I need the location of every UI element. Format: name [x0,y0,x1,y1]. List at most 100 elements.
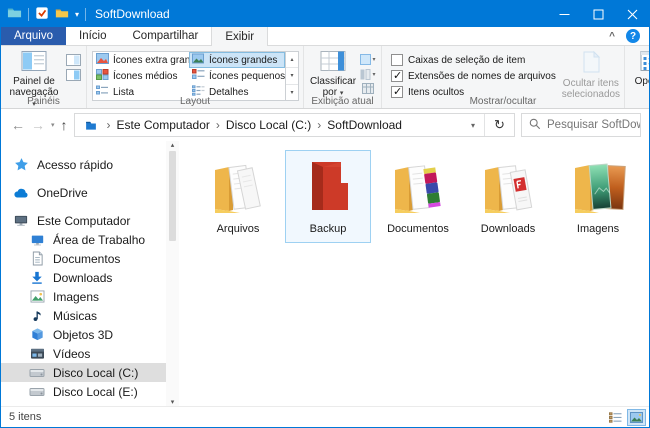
breadcrumb-chevron-icon[interactable]: › [210,118,226,132]
folder-tile-downloads[interactable]: Downloads [465,150,551,243]
options-button[interactable]: Opções▾ [630,49,650,95]
folder-tile-documentos[interactable]: Documentos [375,150,461,243]
help-icon[interactable]: ? [626,29,640,43]
ribbon-group-exibicao-atual: Classificar por ▾ ▾ ▾ Exibição atual [304,46,382,108]
breadcrumb-chevron-icon[interactable]: › [311,118,327,132]
breadcrumb: › Este Computador › Disco Local (C:) › S… [75,117,462,133]
ribbon-group-layout: Ícones extra grandes Ícones médios Lista [87,46,304,108]
sidebar-item-disco-local-c[interactable]: Disco Local (C:) [1,363,166,382]
items-count: 5 itens [9,411,41,423]
size-all-columns-button[interactable] [359,82,377,95]
details-pane-button[interactable] [64,68,82,81]
gallery-scroll-down-icon[interactable]: ▾ [286,67,298,83]
search-placeholder: Pesquisar SoftDown... [547,119,641,131]
window-controls [547,1,649,27]
sidebar-item-videos[interactable]: Vídeos [1,344,179,363]
preview-pane-button[interactable] [64,53,82,66]
disk-icon [29,365,45,381]
ribbon-tab-row: Arquivo Início Compartilhar Exibir ^ ? [1,27,649,46]
music-note-icon [29,308,45,324]
breadcrumb-softdownload[interactable]: SoftDownload [327,118,402,132]
status-bar: 5 itens [1,406,649,427]
scrollbar-down-icon[interactable]: ▾ [171,398,175,406]
large-icons-view-button[interactable] [627,409,646,426]
address-bar[interactable]: › Este Computador › Disco Local (C:) › S… [74,113,515,137]
checkbox-unchecked-icon[interactable] [391,54,403,66]
sidebar-item-downloads[interactable]: Downloads [1,268,179,287]
sidebar-item-este-computador[interactable]: Este Computador [1,211,179,230]
close-button[interactable] [615,1,649,27]
sidebar-item-documentos[interactable]: Documentos [1,249,179,268]
sidebar-item-musicas[interactable]: Músicas [1,306,179,325]
tab-arquivo[interactable]: Arquivo [1,27,66,45]
sidebar-item-onedrive[interactable]: OneDrive [1,183,179,202]
scrollbar-up-icon[interactable]: ▴ [171,141,175,149]
title-bar: ▾ SoftDownload [1,1,649,27]
layout-option-extra-large-icons[interactable]: Ícones extra grandes [93,52,189,68]
gallery-scrollbar: ▴ ▾ ▾ [285,52,298,100]
medium-icons-icon [96,69,109,83]
folder-tile-imagens[interactable]: Imagens [555,150,641,243]
document-icon [29,251,45,267]
back-icon[interactable]: ← [11,118,25,132]
folder-icon-backup [296,154,360,221]
quick-access-toolbar: ▾ [7,5,86,23]
picture-icon [29,289,45,305]
sort-by-button[interactable]: Classificar por ▾ [309,49,357,95]
scrollbar-thumb[interactable] [169,151,176,241]
sidebar-item-imagens[interactable]: Imagens [1,287,179,306]
folder-tile-arquivos[interactable]: Arquivos [195,150,281,243]
address-dropdown-chevron-icon[interactable]: ▾ [462,121,484,130]
sidebar-item-partial[interactable] [1,401,179,406]
navigation-pane-button[interactable]: Painel de navegação ▾ [6,49,62,95]
disk-icon [29,403,45,407]
tab-exibir[interactable]: Exibir [211,27,268,46]
group-label-mostrar-ocultar: Mostrar/ocultar [382,96,624,107]
qat-customize-chevron-icon[interactable]: ▾ [75,10,79,19]
search-icon [529,118,541,133]
properties-icon[interactable] [35,6,49,23]
group-label-layout: Layout [87,96,303,107]
large-icons-icon [192,53,205,67]
tab-inicio[interactable]: Início [66,27,120,45]
folder-tile-backup[interactable]: Backup [285,150,371,243]
sidebar-item-objetos-3d[interactable]: Objetos 3D [1,325,179,344]
new-folder-icon[interactable] [55,6,69,23]
layout-option-medium-icons[interactable]: Ícones médios [93,68,189,84]
checkbox-file-name-extensions[interactable]: Extensões de nomes de arquivos [391,70,556,82]
recent-locations-chevron-icon[interactable]: ▾ [51,121,55,129]
refresh-icon[interactable]: ↻ [484,114,514,136]
minimize-button[interactable] [547,1,581,27]
layout-option-small-icons[interactable]: Ícones pequenos [189,68,285,84]
explorer-app-icon [7,5,22,23]
disk-icon [29,384,45,400]
video-icon [29,346,45,362]
collapse-ribbon-icon[interactable]: ^ [609,31,615,42]
navigation-pane-icon [21,50,47,75]
details-view-button[interactable] [606,409,625,426]
folder-name: Backup [310,223,347,235]
checkbox-item-check-boxes[interactable]: Caixas de seleção de item [391,54,556,66]
sidebar-scrollbar[interactable]: ▴ ▾ [166,141,179,406]
small-icons-icon [192,69,205,83]
breadcrumb-disco-local-c[interactable]: Disco Local (C:) [226,118,311,132]
breadcrumb-este-computador[interactable]: Este Computador [117,118,210,132]
sidebar-item-acesso-rapido[interactable]: Acesso rápido [1,155,179,174]
up-icon[interactable]: ↑ [61,118,68,132]
sidebar-item-disco-local-e[interactable]: Disco Local (E:) [1,382,179,401]
tab-compartilhar[interactable]: Compartilhar [120,27,212,45]
cloud-icon [13,185,29,201]
gallery-scroll-up-icon[interactable]: ▴ [286,52,298,67]
folder-name: Imagens [577,223,619,235]
forward-icon[interactable]: → [31,118,45,132]
checkbox-checked-icon[interactable] [391,70,403,82]
search-input[interactable]: Pesquisar SoftDown... [521,113,641,137]
layout-option-large-icons[interactable]: Ícones grandes [189,52,285,68]
folder-icon-arquivos [206,154,270,221]
desktop-icon [29,232,45,248]
sidebar-item-area-de-trabalho[interactable]: Área de Trabalho [1,230,179,249]
ribbon-group-paineis: Painel de navegação ▾ Painéis [1,46,87,108]
group-by-button[interactable]: ▾ [359,53,377,66]
add-columns-button[interactable]: ▾ [359,68,377,81]
maximize-button[interactable] [581,1,615,27]
